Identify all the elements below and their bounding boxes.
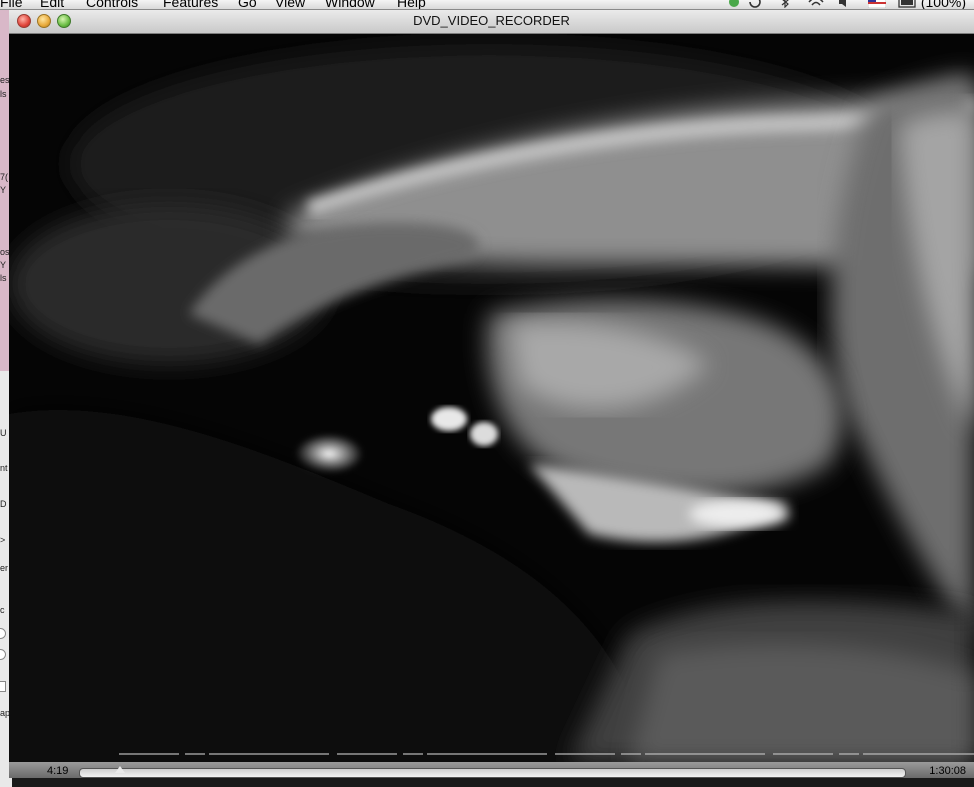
playhead-handle[interactable] [114,766,125,773]
menu-view[interactable]: View [275,0,305,9]
menu-help[interactable]: Help [397,0,426,9]
wifi-icon[interactable] [808,0,824,8]
checkbox[interactable] [0,681,6,692]
radio-button[interactable] [0,649,6,660]
playback-controller: 4:19 1:30:08 [9,762,974,778]
elapsed-time: 4:19 [47,765,69,777]
volume-icon[interactable] [838,0,854,8]
time-machine-icon[interactable] [748,0,762,8]
timeline-scrubber[interactable] [79,766,906,778]
video-frame[interactable] [9,34,974,762]
flag-icon[interactable] [868,0,886,8]
menu-edit[interactable]: Edit [40,0,64,9]
menu-window[interactable]: Window [325,0,375,9]
menu-features[interactable]: Features [163,0,218,9]
player-window: DVD_VIDEO_RECORDER 4:19 1:30:08 [9,9,974,778]
battery-icon[interactable] [898,0,918,8]
sync-icon[interactable] [728,0,740,8]
menu-file[interactable]: File [0,0,23,9]
title-bar[interactable]: DVD_VIDEO_RECORDER [9,9,974,34]
menu-bar: File Edit Controls Features Go View Wind… [0,0,974,10]
menu-go[interactable]: Go [238,0,257,9]
window-title: DVD_VIDEO_RECORDER [413,13,570,28]
radio-button[interactable] [0,628,6,639]
video-image [9,34,974,762]
total-time: 1:30:08 [929,765,966,777]
bluetooth-icon[interactable] [780,0,790,8]
menu-controls[interactable]: Controls [86,0,138,9]
battery-percent: (100%) [920,0,966,10]
